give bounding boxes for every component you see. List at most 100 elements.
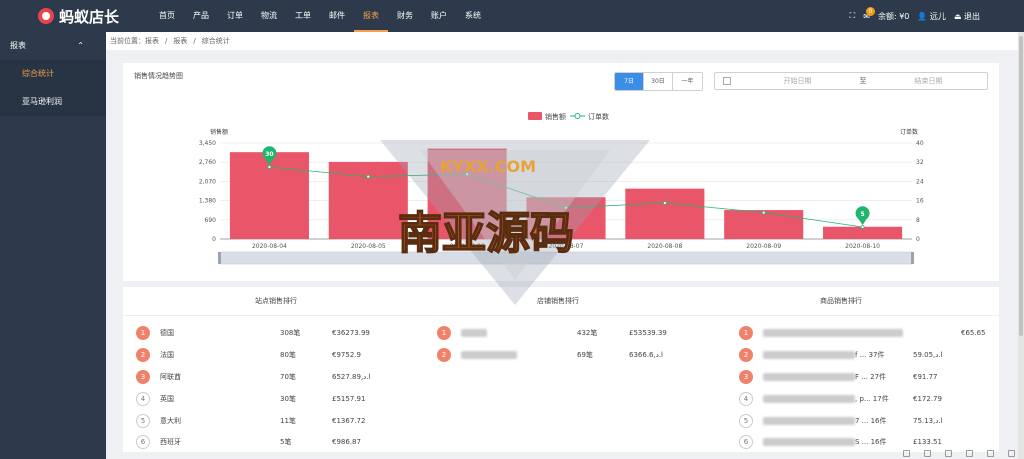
x-tick: 2020-08-09 <box>746 243 781 250</box>
orders-point[interactable] <box>663 201 667 205</box>
sales-amount: €9752.9 <box>332 351 361 359</box>
page-scrollbar[interactable] <box>1018 32 1024 459</box>
product-rank-row[interactable]: 3 F ... 27件 €91.77 <box>739 370 989 384</box>
site-name: 意大利 <box>160 417 181 425</box>
rank-number: 2 <box>136 348 150 362</box>
nav-item[interactable]: 财务 <box>388 0 422 32</box>
x-tick: 2020-08-05 <box>351 243 386 250</box>
nav-item[interactable]: 首页 <box>150 0 184 32</box>
store-rank-row[interactable]: 1 432笔 £53539.39 <box>437 326 697 340</box>
breadcrumb-sep: / <box>165 37 168 45</box>
rank-number: 5 <box>739 414 753 428</box>
app-logo[interactable]: 蚂蚁店长 <box>0 6 150 27</box>
legend-label: 销售额 <box>545 112 566 121</box>
nav-item[interactable]: 产品 <box>184 0 218 32</box>
sidebar-item-amazon-profit[interactable]: 亚马逊利润 <box>0 88 106 116</box>
site-rank-row[interactable]: 1 德国 308笔 €36273.99 <box>136 326 396 340</box>
sales-amount: 59.05,ا.د <box>913 351 943 359</box>
tool-icon[interactable] <box>1008 450 1015 457</box>
order-count: 11笔 <box>280 417 296 425</box>
tool-icon[interactable] <box>987 450 994 457</box>
nav-item[interactable]: 邮件 <box>320 0 354 32</box>
y-tick-left: 3,450 <box>199 140 216 147</box>
product-name-redacted <box>763 417 855 425</box>
orders-point[interactable] <box>564 205 568 210</box>
marker-label: 30 <box>265 151 273 158</box>
bottom-toolbar <box>900 450 1018 459</box>
site-rank-row[interactable]: 4 英国 30笔 £5157.91 <box>136 392 396 406</box>
sales-amount: 75.13,ا.د <box>913 417 943 425</box>
store-rank-row[interactable]: 2 69笔 6366.6,ا.د <box>437 348 697 362</box>
tool-icon[interactable] <box>966 450 973 457</box>
orders-point[interactable] <box>267 165 272 169</box>
product-rank-row[interactable]: 2 f ... 37件 59.05,ا.د <box>739 348 989 362</box>
orders-point[interactable] <box>761 210 766 215</box>
product-rank-row[interactable]: 1 €65.65 <box>739 326 989 340</box>
sales-bar[interactable] <box>526 197 606 239</box>
breadcrumb-part[interactable]: 报表 <box>173 32 187 50</box>
rankings-card: 站点销售排行 店铺销售排行 商品销售排行 1 德国 308笔 €36273.99 2 法国… <box>123 287 999 452</box>
site-name: 英国 <box>160 395 174 403</box>
product-tail: f ... 37件 <box>855 351 885 359</box>
nav-item[interactable]: 账户 <box>422 0 456 32</box>
product-rank-row[interactable]: 4 , p... 17件 €172.79 <box>739 392 989 406</box>
sidebar: 报表 ⌃ 综合统计 亚马逊利润 <box>0 32 106 459</box>
site-rank-row[interactable]: 5 意大利 11笔 €1367.72 <box>136 414 396 428</box>
logout-label: 退出 <box>964 11 980 21</box>
site-name: 西班牙 <box>160 438 181 446</box>
rank-number: 1 <box>437 326 451 340</box>
sidebar-item-summary[interactable]: 综合统计 <box>0 60 106 88</box>
rank-number: 3 <box>739 370 753 384</box>
sales-amount: €172.79 <box>913 395 942 403</box>
order-count: 69笔 <box>577 351 593 359</box>
tool-icon[interactable] <box>903 450 910 457</box>
message-icon[interactable]: ✉ 0 <box>863 6 875 21</box>
topbar-right: ⛶ ✉ 0 余额: ¥0 👤 远儿 ⏏ 退出 <box>850 6 1024 22</box>
rank-number: 3 <box>136 370 150 384</box>
orders-point[interactable] <box>366 174 371 179</box>
product-tail: , p... 17件 <box>855 395 889 403</box>
legend-swatch-sales <box>528 112 542 120</box>
nav-item[interactable]: 物流 <box>252 0 286 32</box>
sales-amount: €65.65 <box>961 329 986 337</box>
sales-bar[interactable] <box>625 188 705 239</box>
nav-item[interactable]: 报表 <box>354 0 388 32</box>
tool-icon[interactable] <box>945 450 952 457</box>
site-rank-row[interactable]: 2 法国 80笔 €9752.9 <box>136 348 396 362</box>
zoom-handle-right[interactable] <box>911 252 914 264</box>
product-tail: F ... 27件 <box>855 373 887 381</box>
sales-bar[interactable] <box>427 148 507 239</box>
product-rank-row[interactable]: 5 7 ... 16件 75.13,ا.د <box>739 414 989 428</box>
site-rank-row[interactable]: 6 西班牙 5笔 €986.87 <box>136 435 396 449</box>
nav-item[interactable]: 系统 <box>456 0 490 32</box>
product-name-redacted <box>763 373 855 381</box>
sales-bar[interactable] <box>328 161 408 239</box>
nav-item[interactable]: 工单 <box>286 0 320 32</box>
fullscreen-icon[interactable]: ⛶ <box>850 11 856 21</box>
zoom-handle-left[interactable] <box>218 252 221 264</box>
nav-item[interactable]: 订单 <box>218 0 252 32</box>
product-rank-row[interactable]: 6 S ... 16件 £133.51 <box>739 435 989 449</box>
sales-trend-card: 销售情况趋势图 7日 30日 一年 开始日期 至 结束日期 销售额 订单数 销售额订… <box>123 63 999 281</box>
orders-point[interactable] <box>465 172 469 177</box>
tool-icon[interactable] <box>924 450 931 457</box>
rank-number: 5 <box>136 414 150 428</box>
product-rank-title: 商品销售排行 <box>820 297 862 305</box>
sales-amount: €1367.72 <box>332 417 366 425</box>
y-tick-right: 8 <box>916 217 920 224</box>
product-name-redacted <box>763 438 855 446</box>
site-name: 德国 <box>160 329 174 337</box>
order-count: 432笔 <box>577 329 598 337</box>
product-name-redacted <box>763 395 855 403</box>
zoom-slider[interactable] <box>219 251 913 265</box>
legend-label: 订单数 <box>588 112 609 121</box>
site-rank-row[interactable]: 3 阿联酋 70笔 6527.89,ا.د <box>136 370 396 384</box>
logout-button[interactable]: ⏏ 退出 <box>954 11 980 22</box>
site-name: 阿联酋 <box>160 373 181 381</box>
order-count: 5笔 <box>280 438 292 446</box>
sidebar-group-reports[interactable]: 报表 ⌃ <box>0 32 106 60</box>
message-badge: 0 <box>865 6 875 16</box>
orders-point[interactable] <box>860 225 865 229</box>
user-menu[interactable]: 👤 远儿 <box>917 11 946 22</box>
scrollbar-thumb[interactable] <box>1019 36 1023 336</box>
